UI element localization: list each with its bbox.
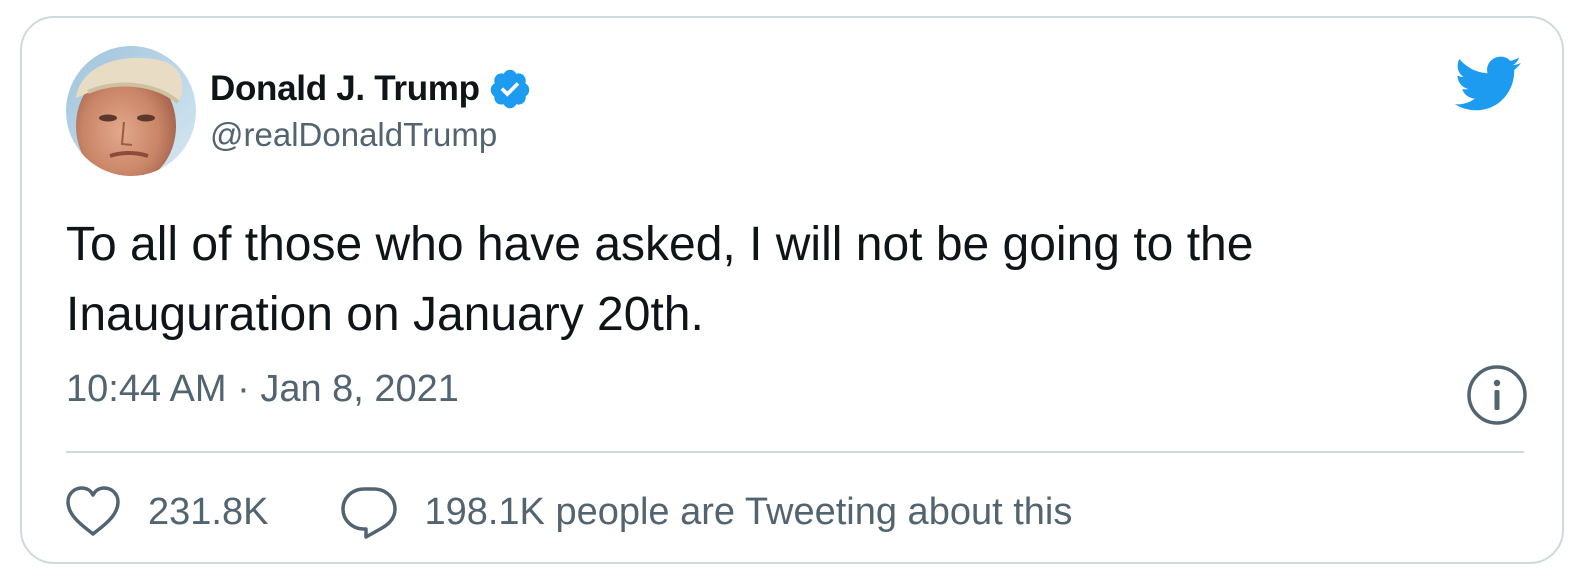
avatar[interactable] — [66, 46, 196, 176]
action-bar: 231.8K 198.1K people are Tweeting about … — [62, 480, 1072, 544]
info-icon[interactable] — [1466, 364, 1528, 426]
reply-count-text: 198.1K people are Tweeting about this — [424, 490, 1073, 533]
author-name[interactable]: Donald J. Trump — [210, 69, 480, 109]
divider — [66, 451, 1524, 453]
reply-button[interactable]: 198.1K people are Tweeting about this — [338, 481, 1072, 543]
tweet-text: To all of those who have asked, I will n… — [66, 218, 1254, 341]
tweet-timestamp[interactable]: 10:44 AM · Jan 8, 2021 — [66, 368, 459, 411]
author-block: Donald J. Trump @realDonaldTrump — [210, 64, 532, 154]
like-button[interactable]: 231.8K — [62, 481, 268, 543]
heart-icon — [66, 486, 120, 536]
author-handle[interactable]: @realDonaldTrump — [210, 116, 532, 154]
tweet-card[interactable]: Donald J. Trump @realDonaldTrump To all … — [20, 16, 1564, 564]
speech-bubble-icon — [341, 487, 398, 539]
verified-badge-icon — [488, 67, 532, 111]
like-count: 231.8K — [148, 490, 269, 533]
twitter-bird-icon[interactable] — [1452, 54, 1522, 116]
author-name-row: Donald J. Trump — [210, 64, 532, 114]
